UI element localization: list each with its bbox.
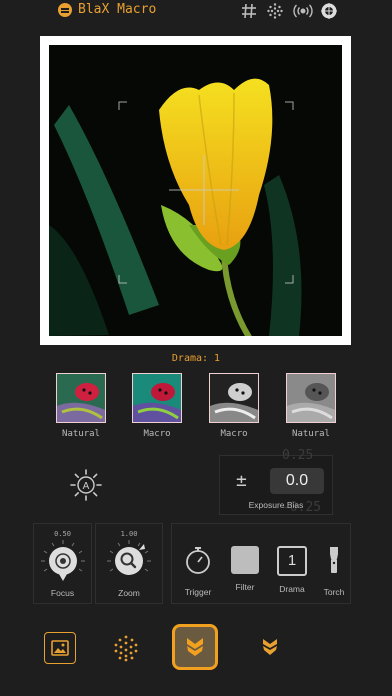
drama-label: Drama xyxy=(279,584,305,594)
trigger-button[interactable]: Trigger xyxy=(179,545,217,597)
macro-mode-button[interactable] xyxy=(172,624,218,670)
preset-label: Macro xyxy=(143,429,171,439)
focus-value: 0.50 xyxy=(54,530,71,538)
preset-thumbnail xyxy=(132,373,182,423)
torch-icon xyxy=(330,547,338,573)
filter-button[interactable]: Filter xyxy=(226,545,264,592)
preset-thumbnail xyxy=(209,373,259,423)
focus-panel: 0.50 Focus xyxy=(33,523,92,604)
plus-minus-icon: ± xyxy=(236,470,247,491)
aperture-icon[interactable] xyxy=(320,2,338,20)
exposure-bias-control[interactable]: 0.25 ± 0.0 -0.25 Exposure Bias xyxy=(219,448,333,515)
filter-label: Filter xyxy=(235,582,255,592)
focus-label: Focus xyxy=(50,588,75,598)
app-title: BlaX Macro xyxy=(78,2,157,17)
preset-thumbnail xyxy=(286,373,336,423)
flower-mode-icon[interactable] xyxy=(259,636,281,658)
svg-text:A: A xyxy=(83,481,90,492)
drama-button[interactable]: 1 Drama xyxy=(273,545,311,594)
preset-macro-teal[interactable]: Macro xyxy=(132,373,184,439)
zoom-value: 1.00 xyxy=(120,530,138,538)
drama-value: 1 xyxy=(277,546,307,576)
preset-macro-mono[interactable]: Macro xyxy=(209,373,261,439)
dots-grid-icon[interactable] xyxy=(266,2,284,20)
focus-dial[interactable] xyxy=(40,538,86,582)
hash-icon[interactable] xyxy=(240,2,258,20)
preset-natural-mono[interactable]: Natural xyxy=(286,373,338,439)
exposure-prev-value: 0.25 xyxy=(282,448,314,463)
exposure-bias-label: Exposure Bias xyxy=(248,500,304,510)
zoom-panel: 1.00 Zoom xyxy=(95,523,163,604)
flower-icon xyxy=(187,638,203,656)
drama-level-label: Drama: 1 xyxy=(171,353,221,364)
preset-natural-color[interactable]: Natural xyxy=(56,373,108,439)
torch-button[interactable]: Torch xyxy=(315,545,353,597)
filter-grid-icon[interactable] xyxy=(112,634,140,662)
menu-icon[interactable] xyxy=(58,3,72,17)
filter-swatch-icon xyxy=(231,546,259,574)
preset-label: Natural xyxy=(62,429,100,439)
gallery-button[interactable] xyxy=(44,632,76,664)
auto-exposure-icon[interactable]: A xyxy=(69,468,103,502)
exposure-value[interactable]: 0.0 xyxy=(270,468,324,494)
zoom-dial[interactable] xyxy=(106,538,152,582)
preset-label: Macro xyxy=(220,429,248,439)
timer-icon xyxy=(186,547,210,574)
header-bar: BlaX Macro xyxy=(0,0,392,22)
preset-label: Natural xyxy=(292,429,330,439)
trigger-label: Trigger xyxy=(184,587,212,597)
broadcast-icon[interactable] xyxy=(292,2,314,20)
torch-label: Torch xyxy=(323,587,345,597)
photo-icon xyxy=(51,640,69,656)
flower-photo xyxy=(49,45,342,336)
preset-thumbnail xyxy=(56,373,106,423)
photo-frame xyxy=(40,36,351,345)
camera-preview[interactable] xyxy=(49,45,342,336)
zoom-label: Zoom xyxy=(118,588,140,598)
